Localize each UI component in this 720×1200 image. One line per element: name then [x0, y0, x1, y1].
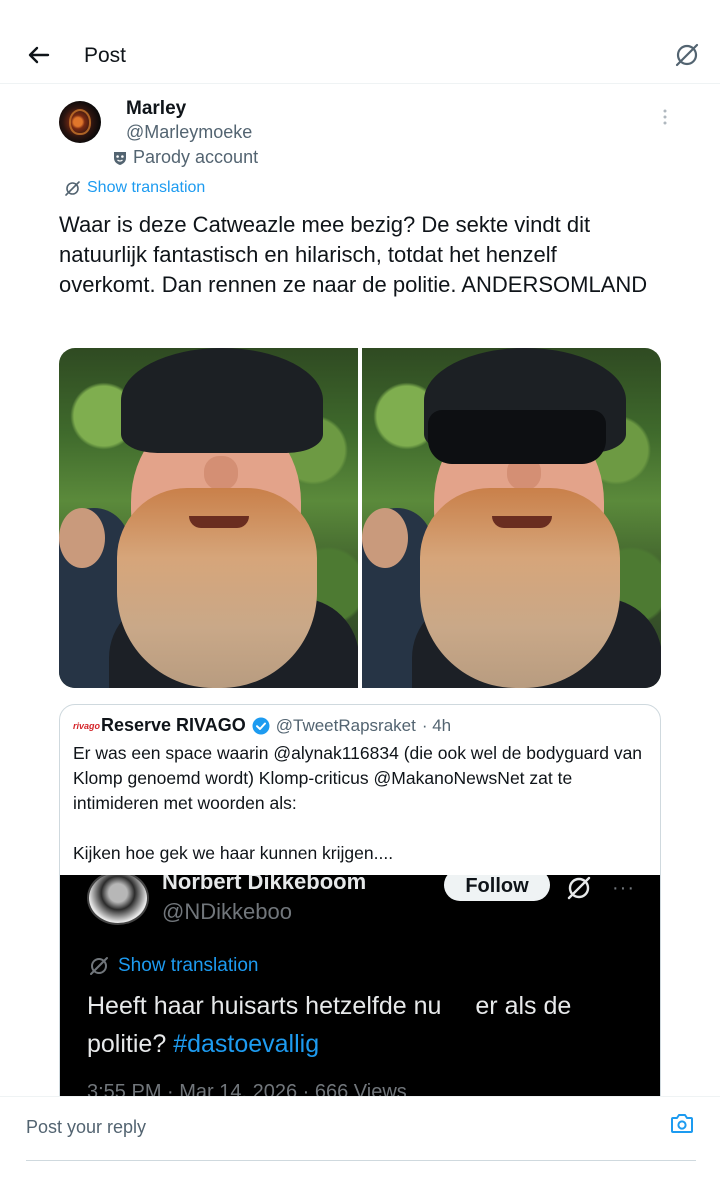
more-options-icon[interactable]	[658, 108, 672, 126]
photo-1[interactable]	[59, 348, 358, 688]
quoted-post[interactable]: rivago Reserve RIVAGO @TweetRapsraket · …	[59, 704, 661, 1124]
embedded-text-part1: Heeft haar huisarts hetzelfde nu	[87, 992, 442, 1020]
quoted-timestamp: · 4h	[421, 715, 452, 735]
author-name[interactable]: Marley	[126, 98, 186, 120]
photo-2[interactable]	[362, 348, 661, 688]
embedded-follow-button: Follow	[444, 875, 550, 901]
parody-badge: Parody account	[113, 147, 258, 168]
embedded-show-translation-label: Show translation	[118, 955, 259, 976]
avatar[interactable]	[59, 101, 101, 143]
verified-badge-icon	[252, 717, 270, 734]
parody-label: Parody account	[133, 147, 259, 167]
post-text: Waar is deze Catweazle mee bezig? De sek…	[59, 210, 659, 300]
show-translation-label: Show translation	[87, 179, 206, 196]
embedded-hashtag: #dastoevallig	[173, 1030, 320, 1058]
quoted-post-text: Er was een space waarin @alynak116834 (d…	[73, 743, 643, 863]
back-arrow-icon[interactable]	[22, 38, 56, 72]
author-handle[interactable]: @Marleymoeke	[126, 122, 252, 143]
page-title: Post	[84, 44, 127, 67]
post-text-body: Waar is deze Catweazle mee bezig? De sek…	[59, 212, 648, 297]
quoted-author-name[interactable]: Reserve RIVAGO	[101, 715, 246, 736]
camera-icon[interactable]	[670, 1112, 694, 1134]
embedded-avatar	[87, 875, 149, 925]
embedded-more-icon: ···	[612, 877, 635, 899]
embedded-screenshot[interactable]: Norbert Dikkeboom @NDikkeboo Follow ··· …	[60, 875, 660, 1123]
reply-bar: Post your reply	[0, 1096, 720, 1200]
embedded-translate-icon	[567, 876, 591, 900]
translate-icon[interactable]	[672, 40, 702, 70]
embedded-post-text: Heeft haar huisarts hetzelfde nu er als d…	[87, 987, 647, 1063]
quoted-author-handle[interactable]: @TweetRapsraket	[276, 716, 416, 736]
reply-input[interactable]: Post your reply	[26, 1113, 696, 1161]
embedded-author-name: Norbert Dikkeboom	[162, 875, 367, 894]
translate-icon	[65, 180, 80, 196]
embedded-translate-small-icon	[90, 957, 108, 975]
embedded-author-handle: @NDikkeboo	[162, 899, 292, 924]
embedded-show-translation: Show translation	[88, 955, 258, 977]
quoted-post-header: rivago Reserve RIVAGO @TweetRapsraket · …	[73, 715, 451, 736]
top-bar: Post	[0, 0, 720, 84]
quoted-avatar-logo: rivago	[73, 720, 101, 731]
show-translation-link[interactable]: Show translation	[64, 179, 205, 197]
mask-icon	[114, 151, 126, 165]
post-media[interactable]	[59, 348, 661, 688]
